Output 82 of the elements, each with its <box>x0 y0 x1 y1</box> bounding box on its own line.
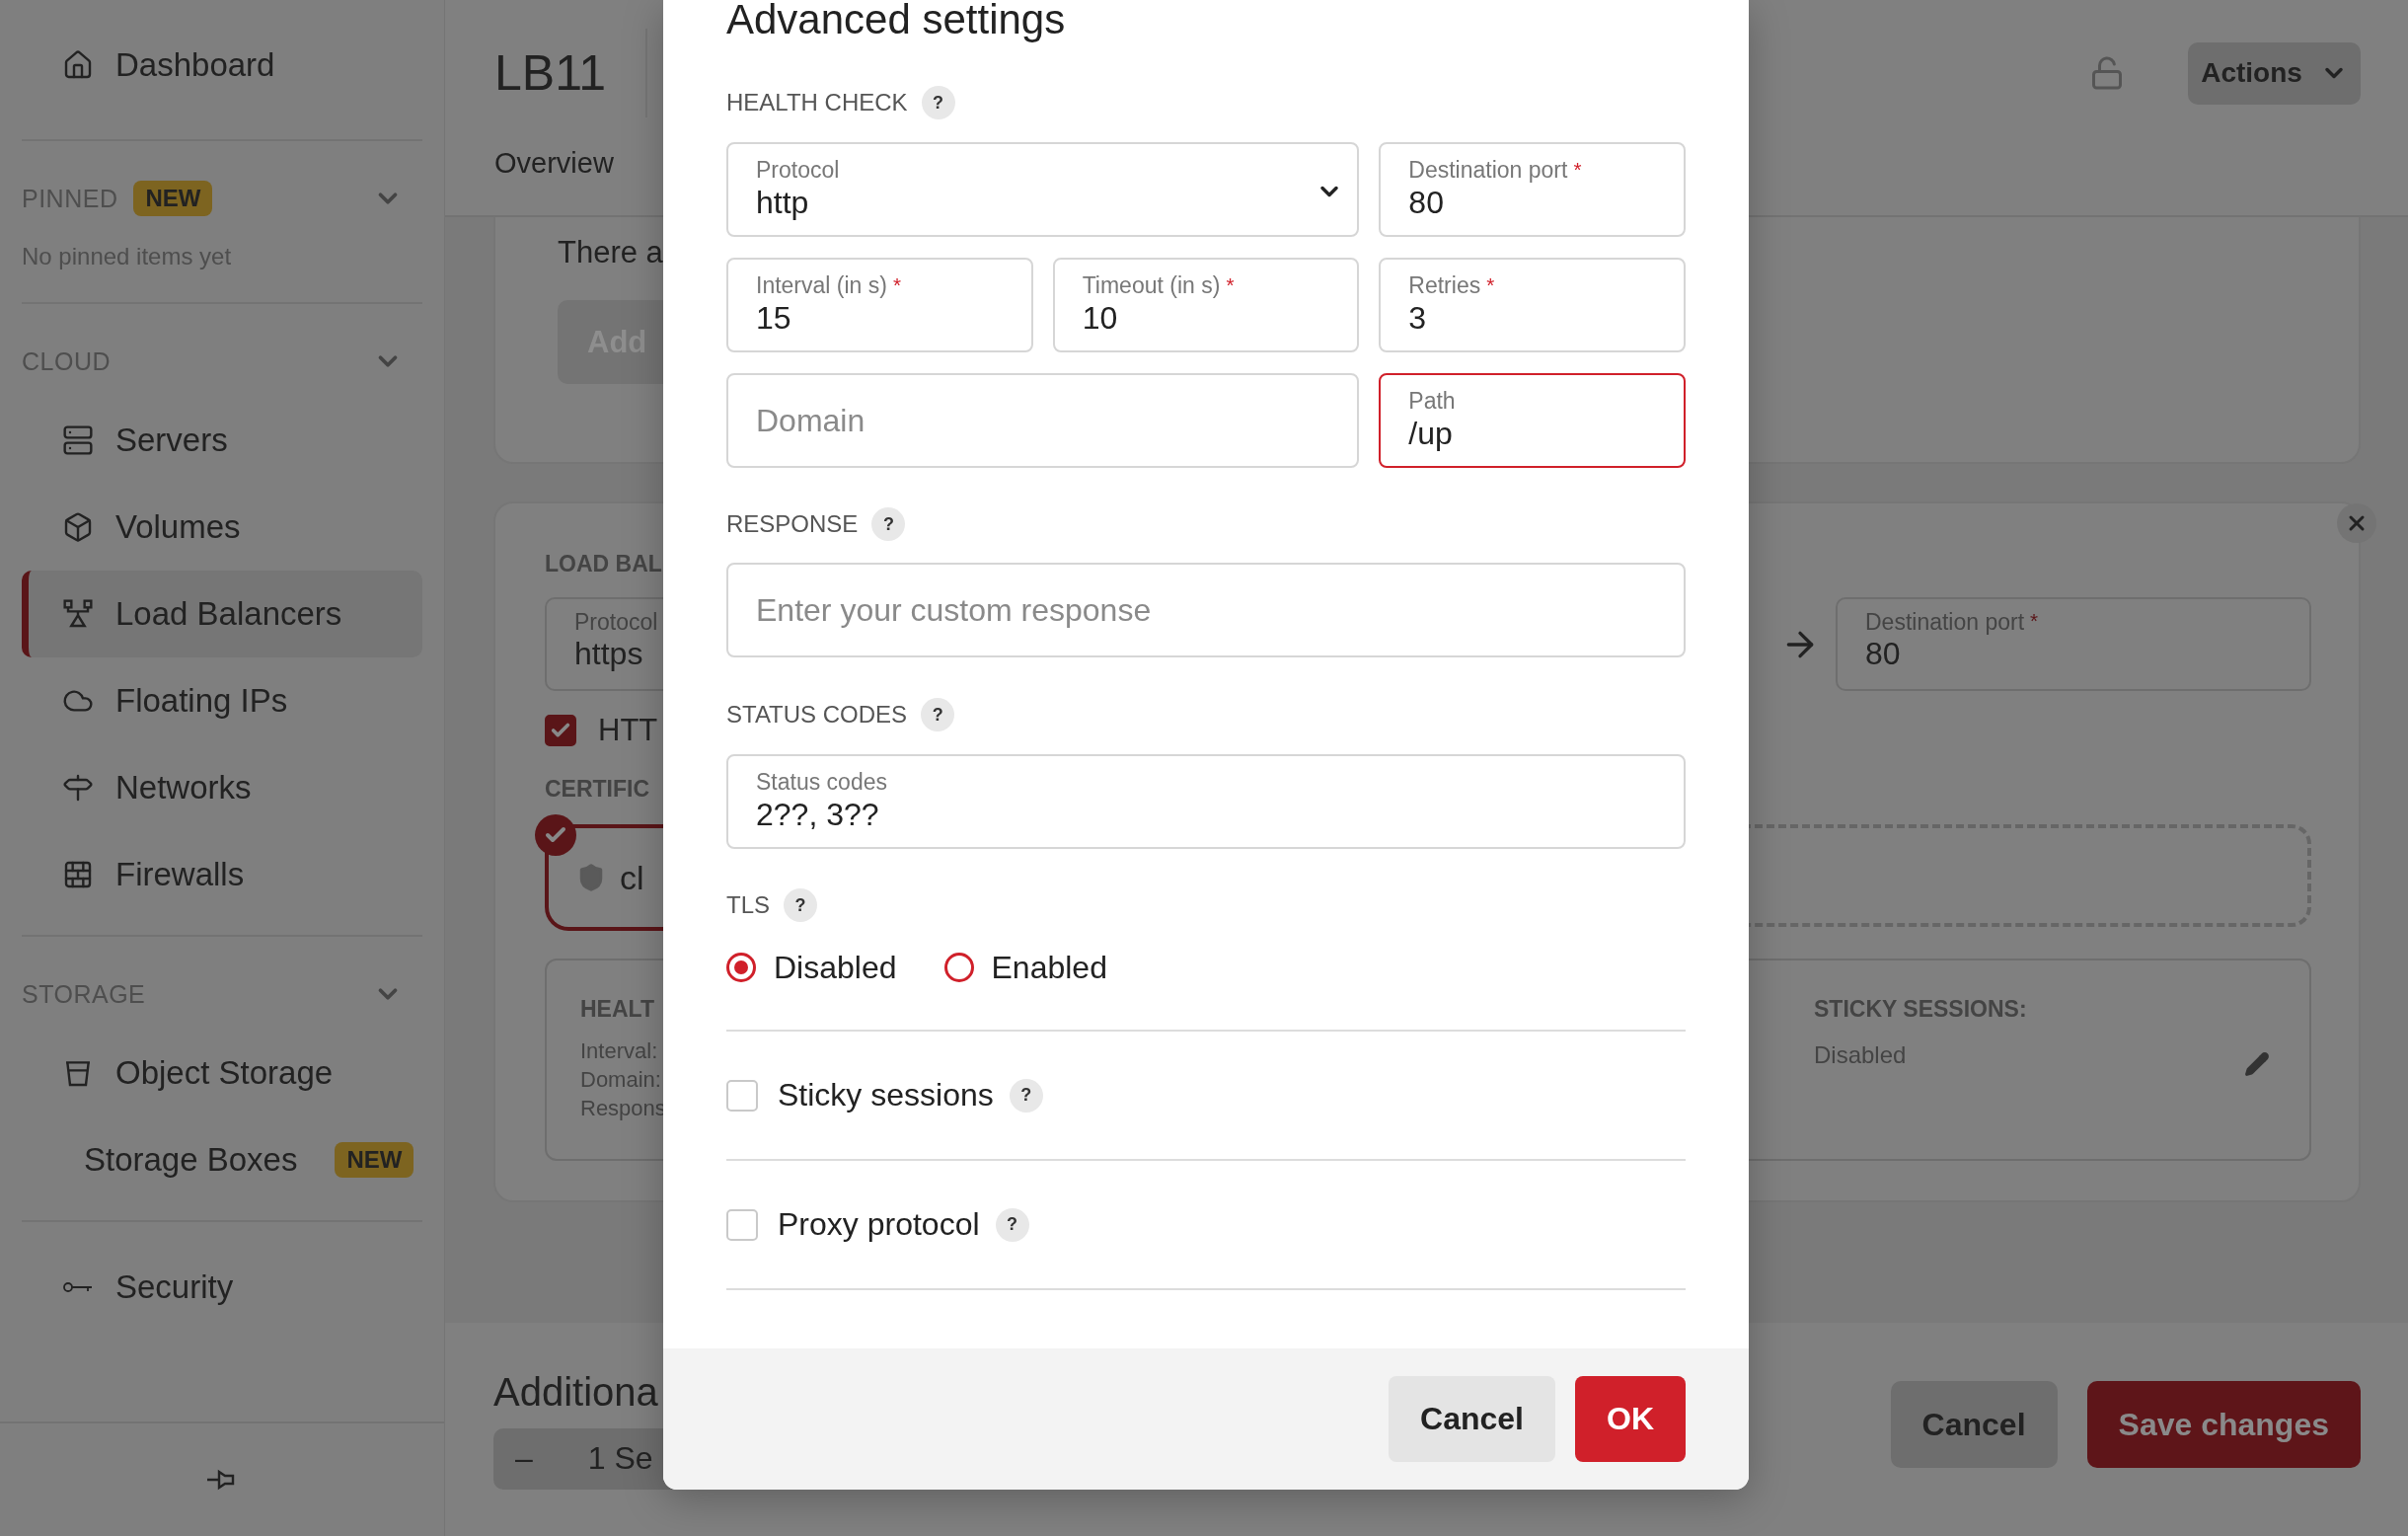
field-input[interactable]: 3 <box>1408 298 1656 338</box>
signpost-icon <box>62 772 94 804</box>
summary-line: Domain: <box>580 1066 661 1094</box>
field-input[interactable]: 10 <box>1082 298 1330 338</box>
certificate-name: cl <box>620 858 644 897</box>
radio-button[interactable] <box>943 953 974 982</box>
field-input[interactable]: 15 <box>756 298 1004 338</box>
brick-wall-icon <box>62 859 94 890</box>
input-field[interactable]: Destination port * 80 <box>1836 597 2311 691</box>
field-label: Protocol <box>756 157 840 183</box>
input-field[interactable]: Status codes 2??, 3?? <box>726 754 1686 849</box>
tab[interactable]: Overview <box>494 146 614 193</box>
help-button[interactable]: ? <box>871 507 906 541</box>
checkbox-label: Proxy protocol <box>778 1206 980 1243</box>
summary-title: STICKY SESSIONS: <box>1814 996 2027 1023</box>
new-badge: NEW <box>335 1142 414 1178</box>
checkbox-label: Sticky sessions <box>778 1077 994 1114</box>
input-field[interactable]: Timeout (in s) * 10 <box>1052 258 1360 352</box>
field-input[interactable]: Domain <box>756 401 1330 440</box>
input-field[interactable]: Destination port * 80 <box>1379 142 1686 237</box>
info-text: There a <box>558 235 664 270</box>
summary-title: HEALT <box>580 996 654 1023</box>
network-icon <box>62 598 94 630</box>
input-field[interactable]: Domain <box>726 373 1360 468</box>
field-input[interactable]: /up <box>1408 414 1656 453</box>
help-button[interactable]: ? <box>1009 1078 1043 1113</box>
help-button[interactable]: ? <box>784 888 817 922</box>
checkbox-label: HTT <box>598 713 658 748</box>
section-heading: Additiona <box>493 1369 659 1415</box>
ok-button[interactable]: OK <box>1575 1376 1686 1462</box>
help-button[interactable]: ? <box>995 1207 1029 1242</box>
input-field[interactable]: Enter your custom response <box>726 563 1686 657</box>
section-label: RESPONSE <box>726 510 859 538</box>
field-label: Interval (in s) * <box>756 272 901 298</box>
field-label: Path <box>1408 388 1456 414</box>
field-input[interactable]: 80 <box>1408 183 1656 222</box>
help-button[interactable]: ? <box>921 698 955 731</box>
radio-label: Enabled <box>991 949 1107 986</box>
summary-value: Disabled <box>1814 1040 1907 1069</box>
protocol-select[interactable]: Protocol http <box>726 142 1360 237</box>
section-label: TLS <box>726 891 770 919</box>
sidebar-item[interactable]: Floating IPs <box>22 657 422 744</box>
pencil-icon[interactable] <box>2244 1051 2270 1077</box>
stepper-value: 1 Se <box>587 1440 653 1477</box>
help-button[interactable]: ? <box>921 86 955 119</box>
field-input[interactable]: Enter your custom response <box>756 590 1656 630</box>
summary-line: Interval: <box>580 1037 658 1065</box>
summary-line: Respons <box>580 1095 666 1122</box>
sidebar-item[interactable]: Load Balancers <box>22 571 422 657</box>
sidebar-item[interactable]: Storage Boxes NEW <box>22 1116 422 1203</box>
section-label: HEALTH CHECK <box>726 89 908 116</box>
cube-icon <box>62 511 94 543</box>
sidebar-item[interactable]: Dashboard <box>22 22 422 109</box>
radio-label: Disabled <box>774 949 897 986</box>
sidebar-item[interactable]: Security <box>22 1244 422 1331</box>
field-input[interactable]: http <box>756 183 1330 222</box>
sidebar-item[interactable]: Servers <box>22 397 422 484</box>
sidebar-item[interactable]: Volumes <box>22 484 422 571</box>
page-title: LB11 <box>494 29 648 118</box>
server-icon <box>62 424 94 456</box>
save-button[interactable]: Save changes <box>2086 1381 2361 1468</box>
radio-button[interactable] <box>726 953 756 982</box>
field-label: Retries * <box>1408 272 1495 298</box>
input-field[interactable]: Retries * 3 <box>1379 258 1686 352</box>
input-field[interactable]: Interval (in s) * 15 <box>726 258 1033 352</box>
sidebar-item[interactable]: Object Storage <box>22 1030 422 1116</box>
sidebar-item[interactable]: Networks <box>22 744 422 831</box>
sidebar-item[interactable]: Firewalls <box>22 831 422 918</box>
field-label: Status codes <box>756 769 887 795</box>
new-badge: NEW <box>133 181 213 216</box>
house-icon <box>62 49 94 81</box>
section-title: LOAD BAL <box>545 551 662 577</box>
field-label: Timeout (in s) * <box>1082 272 1235 298</box>
section-label: STATUS CODES <box>726 701 908 729</box>
field-label: Destination port * <box>1408 157 1582 183</box>
checkbox[interactable] <box>545 715 576 746</box>
input-field[interactable]: Path /up <box>1379 373 1686 468</box>
close-button[interactable] <box>2337 503 2376 543</box>
field-input[interactable]: 2??, 3?? <box>756 795 1656 834</box>
section-title: CERTIFIC <box>545 776 650 803</box>
lock-icon[interactable] <box>2089 55 2125 92</box>
cancel-button[interactable]: Cancel <box>1389 1376 1555 1462</box>
